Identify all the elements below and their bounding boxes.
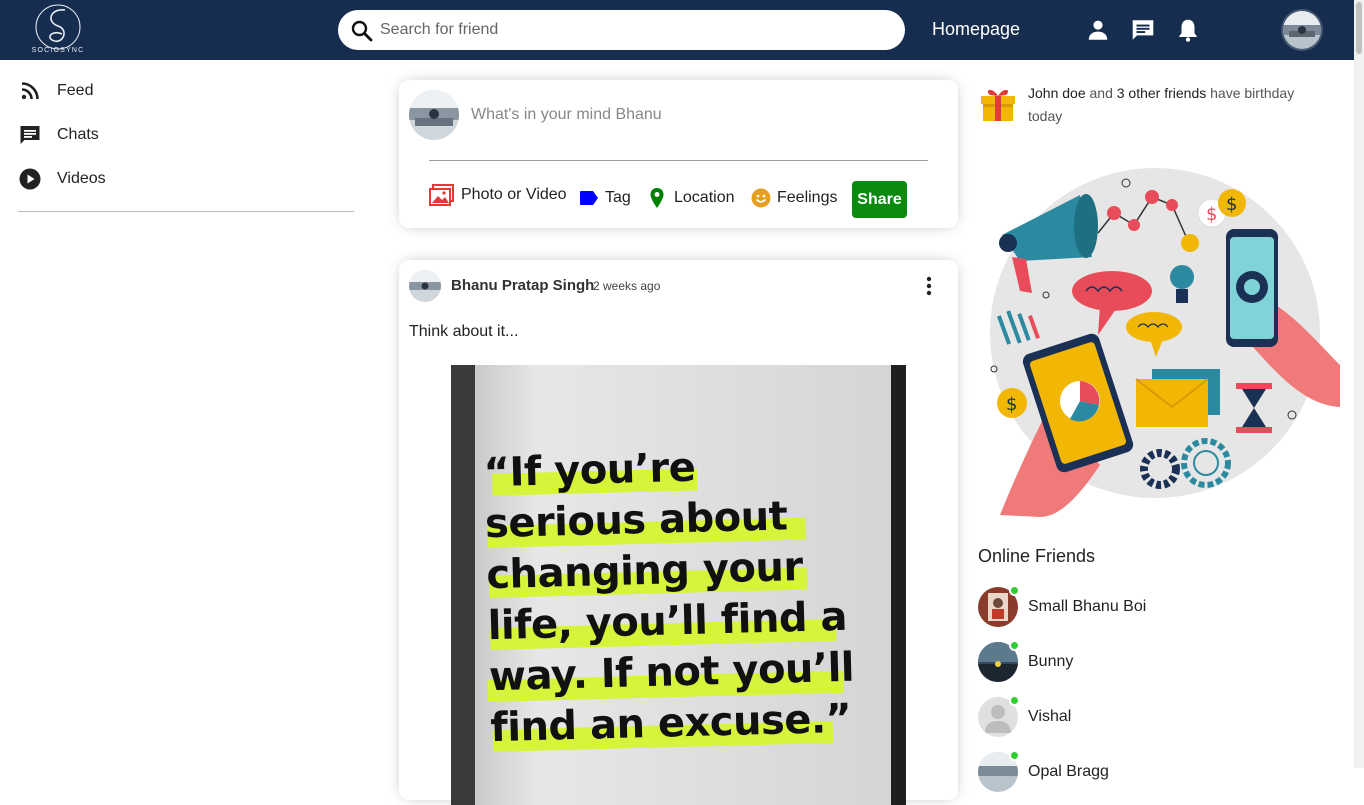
online-friend-item[interactable]: Small Bhanu Boi — [978, 585, 1147, 627]
post-card: Bhanu Pratap Singh 2 weeks ago Think abo… — [399, 260, 958, 805]
share-input[interactable] — [471, 103, 661, 127]
post-username[interactable]: Bhanu Pratap Singh — [451, 277, 594, 294]
option-label: Tag — [605, 189, 631, 206]
share-button[interactable]: Share — [852, 181, 907, 218]
birthday-others[interactable]: 3 other friends — [1117, 85, 1207, 101]
chat-icon — [20, 126, 40, 144]
homepage-link[interactable]: Homepage — [932, 19, 1020, 40]
friend-avatar — [978, 640, 1020, 682]
option-label: Location — [674, 189, 735, 206]
share-divider — [429, 160, 928, 161]
online-status-dot — [1009, 640, 1020, 651]
online-friend-item[interactable]: Opal Bragg — [978, 750, 1109, 792]
online-friend-item[interactable]: Vishal — [978, 695, 1072, 737]
sidebar-item-feed[interactable]: Feed — [18, 78, 93, 104]
emoji-icon — [751, 188, 771, 208]
play-circle-icon — [19, 168, 41, 190]
share-box: Photo or Video Tag Location Feelings Sha… — [399, 80, 958, 228]
person-icon[interactable] — [1085, 17, 1111, 43]
app-logo[interactable]: SOCIOSYNC — [28, 2, 88, 58]
friend-name: Vishal — [1028, 708, 1072, 725]
online-friends-title: Online Friends — [978, 546, 1096, 566]
label-icon — [580, 191, 598, 205]
friend-name: Small Bhanu Boi — [1028, 598, 1147, 615]
sidebar-item-label: Videos — [57, 170, 106, 187]
logo-text: SOCIOSYNC — [31, 47, 85, 54]
post-image-quote: “If you’re serious about changing your l… — [483, 444, 855, 752]
sidebar-divider — [18, 211, 354, 212]
ad-illustration: $ $ $ — [990, 168, 1340, 517]
rss-feed-icon — [21, 82, 39, 100]
tag-option[interactable]: Tag — [579, 183, 631, 213]
birthday-text: John doe and 3 other friends have birthd… — [1028, 82, 1328, 128]
option-label: Photo or Video — [461, 186, 567, 203]
svg-text:$: $ — [1206, 204, 1217, 225]
post-avatar[interactable] — [409, 270, 441, 302]
photo-icon — [429, 184, 454, 206]
friend-name: Opal Bragg — [1028, 763, 1109, 780]
birthday-and: and — [1089, 85, 1113, 101]
option-label: Feelings — [777, 189, 838, 206]
sidebar-item-label: Feed — [57, 82, 94, 99]
svg-text:$: $ — [1006, 394, 1017, 415]
friend-name: Bunny — [1028, 653, 1074, 670]
feelings-option[interactable]: Feelings — [751, 183, 837, 213]
page-scrollbar[interactable] — [1354, 0, 1364, 768]
post-image: “If you’re serious about changing your l… — [451, 365, 906, 805]
online-status-dot — [1009, 585, 1020, 596]
share-avatar — [409, 90, 459, 140]
birthday-name[interactable]: John doe — [1028, 85, 1086, 101]
top-bar: SOCIOSYNC Homepage — [0, 0, 1364, 60]
search-bar[interactable] — [338, 10, 905, 50]
location-pin-icon — [650, 188, 664, 208]
post-text: Think about it... — [409, 323, 519, 340]
svg-text:$: $ — [1226, 194, 1237, 215]
photo-video-option[interactable]: Photo or Video — [429, 180, 567, 210]
location-option[interactable]: Location — [649, 183, 735, 213]
online-status-dot — [1009, 695, 1020, 706]
friend-avatar — [978, 750, 1020, 792]
online-status-dot — [1009, 750, 1020, 761]
gift-icon — [981, 89, 1015, 121]
chat-icon[interactable] — [1130, 17, 1156, 43]
scrollbar-thumb[interactable] — [1356, 2, 1362, 54]
post-date: 2 weeks ago — [593, 279, 661, 293]
logo-mark-icon — [35, 4, 81, 50]
sidebar-item-chats[interactable]: Chats — [18, 122, 99, 148]
notifications-icon[interactable] — [1175, 17, 1201, 43]
sidebar-item-videos[interactable]: Videos — [18, 166, 106, 192]
search-input[interactable] — [380, 16, 880, 44]
friend-avatar — [978, 695, 1020, 737]
more-vert-icon[interactable] — [925, 275, 933, 297]
search-icon — [351, 20, 373, 42]
friend-avatar — [978, 585, 1020, 627]
sidebar-item-label: Chats — [57, 126, 99, 143]
online-friend-item[interactable]: Bunny — [978, 640, 1074, 682]
profile-avatar[interactable] — [1283, 11, 1321, 49]
